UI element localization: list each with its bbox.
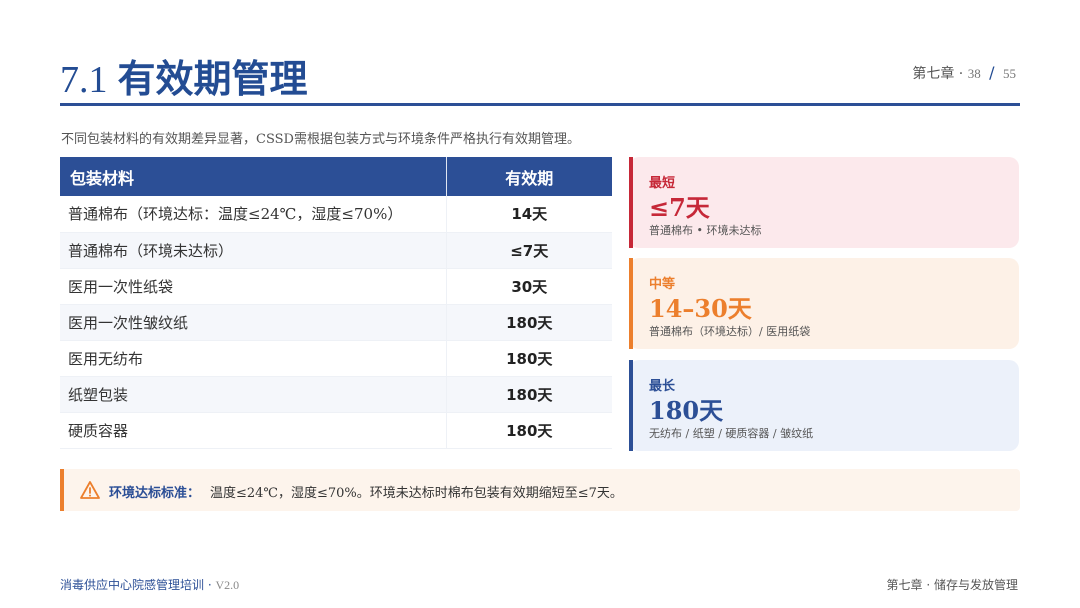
material-cell: 纸塑包装 <box>60 376 446 413</box>
material-cell: 普通棉布（环境未达标） <box>60 232 446 269</box>
intro-text: 不同包装材料的有效期差异显著，CSSD需根据包装方式与环境条件严格执行有效期管理… <box>61 132 580 147</box>
column-header-material: 包装材料 <box>60 157 446 196</box>
validity-cell: 30天 <box>445 268 612 305</box>
validity-cell: 180天 <box>445 340 612 377</box>
table-row: 医用一次性皱纹纸 180天 <box>60 304 612 341</box>
card-description: 普通棉布（环境达标）/ 医用纸袋 <box>649 325 811 338</box>
material-cell: 医用一次性纸袋 <box>60 268 446 305</box>
course-name: 消毒供应中心院感管理培训 · <box>60 578 212 592</box>
validity-cell: ≤7天 <box>445 232 612 269</box>
longest-validity-card: 最长 180天 无纺布 / 纸塑 / 硬质容器 / 皱纹纸 <box>629 360 1019 451</box>
version-label: V2.0 <box>215 578 240 592</box>
footer-course-title: 消毒供应中心院感管理培训 · V2.0 <box>60 576 239 593</box>
validity-cell: 14天 <box>445 196 612 233</box>
title-text: 有效期管理 <box>117 57 308 101</box>
shortest-validity-card: 最短 ≤7天 普通棉布 • 环境未达标 <box>629 157 1019 248</box>
material-cell: 医用一次性皱纹纸 <box>60 304 446 341</box>
table-header-row: 包装材料 有效期 <box>60 157 612 196</box>
current-page: 38 <box>967 66 981 81</box>
validity-cell: 180天 <box>445 376 612 413</box>
validity-cell: 180天 <box>445 304 612 341</box>
card-accent-bar <box>629 258 633 349</box>
page-separator: / <box>989 63 995 82</box>
section-number: 7.1 <box>60 59 108 101</box>
column-header-validity: 有效期 <box>445 157 612 196</box>
card-accent-bar <box>629 360 633 451</box>
header-divider <box>60 103 1020 106</box>
note-label: 环境达标标准： <box>109 486 201 501</box>
medium-validity-card: 中等 14–30天 普通棉布（环境达标）/ 医用纸袋 <box>629 258 1019 349</box>
table-row: 医用一次性纸袋 30天 <box>60 268 612 305</box>
material-cell: 医用无纺布 <box>60 340 446 377</box>
total-pages: 55 <box>1003 66 1016 81</box>
card-accent-bar <box>629 157 633 248</box>
note-accent-bar <box>60 469 64 511</box>
card-value: ≤7天 <box>649 193 710 222</box>
table-row: 普通棉布（环境达标：温度≤24℃，湿度≤70%） 14天 <box>60 196 612 233</box>
page-header: 7.1 有效期管理 第七章 · 38 / 55 <box>60 44 1020 104</box>
card-description: 普通棉布 • 环境未达标 <box>649 224 762 237</box>
table-row: 纸塑包装 180天 <box>60 376 612 413</box>
card-value: 180天 <box>649 396 724 425</box>
chapter-label: 第七章 · <box>912 66 964 82</box>
material-cell: 普通棉布（环境达标：温度≤24℃，湿度≤70%） <box>60 196 446 233</box>
page-title: 7.1 有效期管理 <box>60 48 308 103</box>
material-cell: 硬质容器 <box>60 412 446 449</box>
page-indicator: 第七章 · 38 / 55 <box>912 63 1016 83</box>
validity-cell: 180天 <box>445 412 612 449</box>
footer-chapter-title: 第七章 · 储存与发放管理 <box>886 578 1018 592</box>
warning-triangle-icon <box>80 481 100 499</box>
table-row: 医用无纺布 180天 <box>60 340 612 377</box>
packaging-table: 包装材料 有效期 普通棉布（环境达标：温度≤24℃，湿度≤70%） 14天 普通棉… <box>60 157 612 449</box>
table-row: 普通棉布（环境未达标） ≤7天 <box>60 232 612 269</box>
card-description: 无纺布 / 纸塑 / 硬质容器 / 皱纹纸 <box>649 427 814 440</box>
environment-standard-note: 环境达标标准： 温度≤24℃，湿度≤70%。环境未达标时棉布包装有效期缩短至≤7… <box>60 469 1020 511</box>
table-row: 硬质容器 180天 <box>60 412 612 449</box>
card-value: 14–30天 <box>649 294 752 323</box>
note-text: 温度≤24℃，湿度≤70%。环境未达标时棉布包装有效期缩短至≤7天。 <box>210 486 623 501</box>
